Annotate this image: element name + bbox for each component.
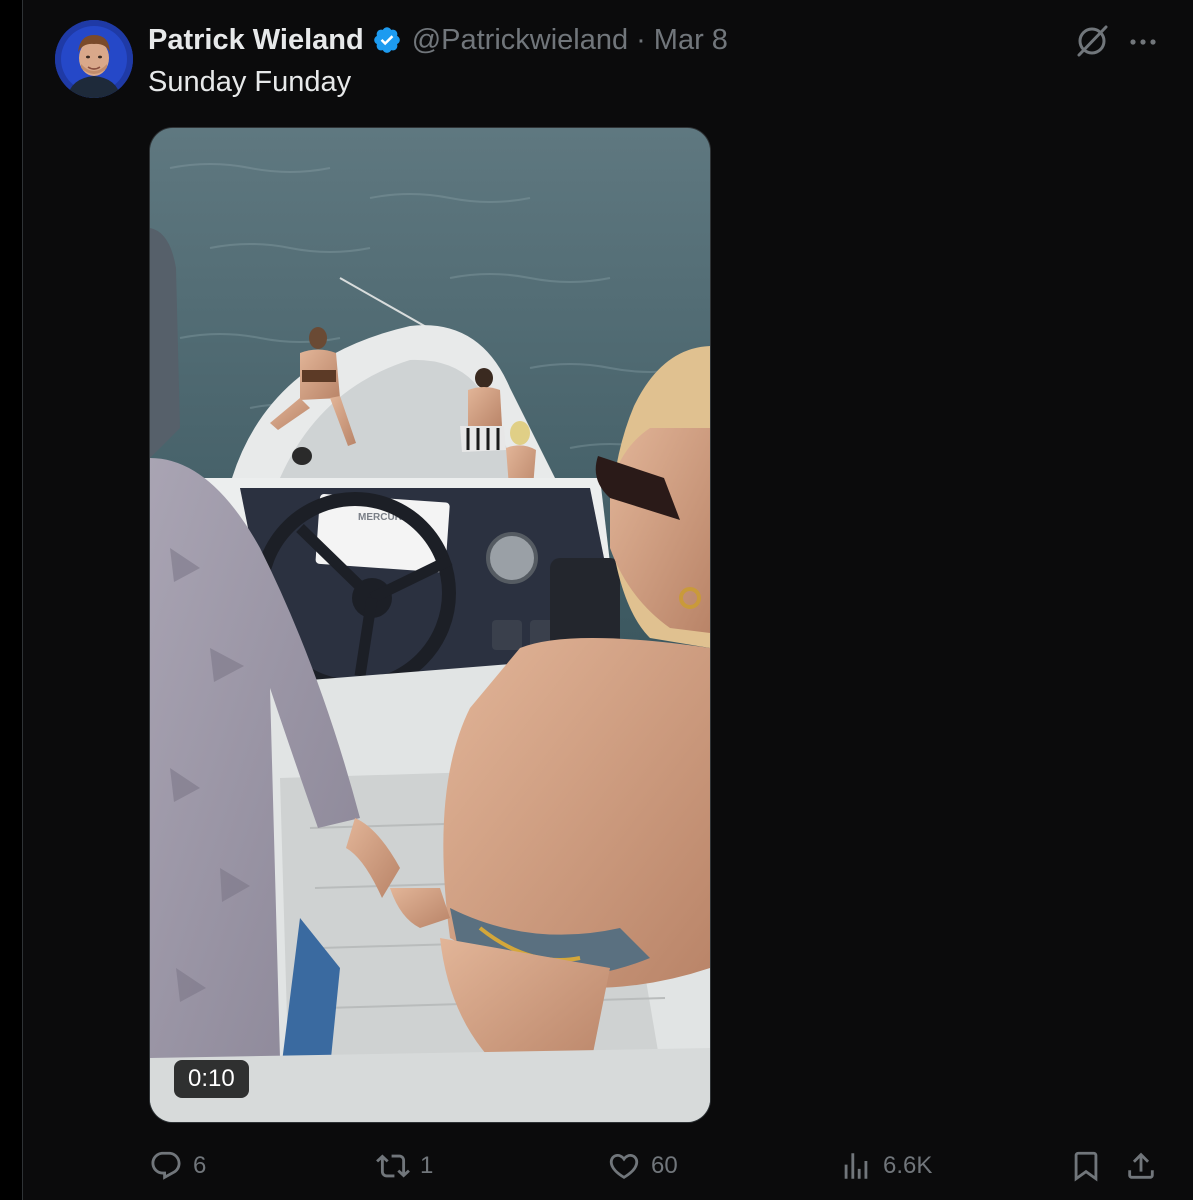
grok-icon[interactable] — [1073, 22, 1111, 60]
views-count: 6.6K — [883, 1152, 933, 1179]
reply-count: 6 — [193, 1152, 207, 1179]
tweet-actions: 6 1 60 6.6K — [149, 1140, 1169, 1192]
repost-icon — [376, 1154, 410, 1178]
video-frame: MERCURY — [150, 128, 710, 1122]
bookmark-icon — [1074, 1151, 1098, 1182]
display-name[interactable]: Patrick Wieland — [148, 24, 364, 57]
more-icon[interactable] — [1125, 24, 1161, 60]
avatar[interactable] — [55, 20, 133, 98]
share-button[interactable] — [1124, 1140, 1158, 1192]
like-count: 60 — [651, 1152, 678, 1179]
like-button[interactable]: 60 — [607, 1140, 678, 1192]
verified-badge-icon[interactable] — [372, 25, 402, 55]
tweet-header: Patrick Wieland @Patrickwieland · Mar 8 — [148, 22, 728, 58]
views-icon — [844, 1153, 868, 1179]
timestamp[interactable]: Mar 8 — [654, 24, 728, 57]
page: Patrick Wieland @Patrickwieland · Mar 8 — [0, 0, 1193, 1200]
separator-dot: · — [636, 23, 646, 56]
bookmark-button[interactable] — [1069, 1140, 1103, 1192]
views-button[interactable]: 6.6K — [839, 1140, 932, 1192]
video-duration-badge: 0:10 — [174, 1060, 249, 1098]
video-player[interactable]: MERCURY 0:10 — [149, 127, 711, 1123]
share-icon — [1128, 1152, 1154, 1179]
tweet-text: Sunday Funday — [148, 66, 352, 98]
reply-button[interactable]: 6 — [149, 1140, 206, 1192]
repost-count: 1 — [420, 1152, 434, 1179]
tweet[interactable]: Patrick Wieland @Patrickwieland · Mar 8 — [23, 0, 1193, 1200]
avatar-image — [55, 20, 133, 98]
heart-icon — [609, 1153, 639, 1179]
reply-icon — [151, 1151, 181, 1180]
left-rail-divider — [0, 0, 23, 1200]
handle[interactable]: @Patrickwieland — [412, 24, 628, 57]
repost-button[interactable]: 1 — [376, 1140, 433, 1192]
